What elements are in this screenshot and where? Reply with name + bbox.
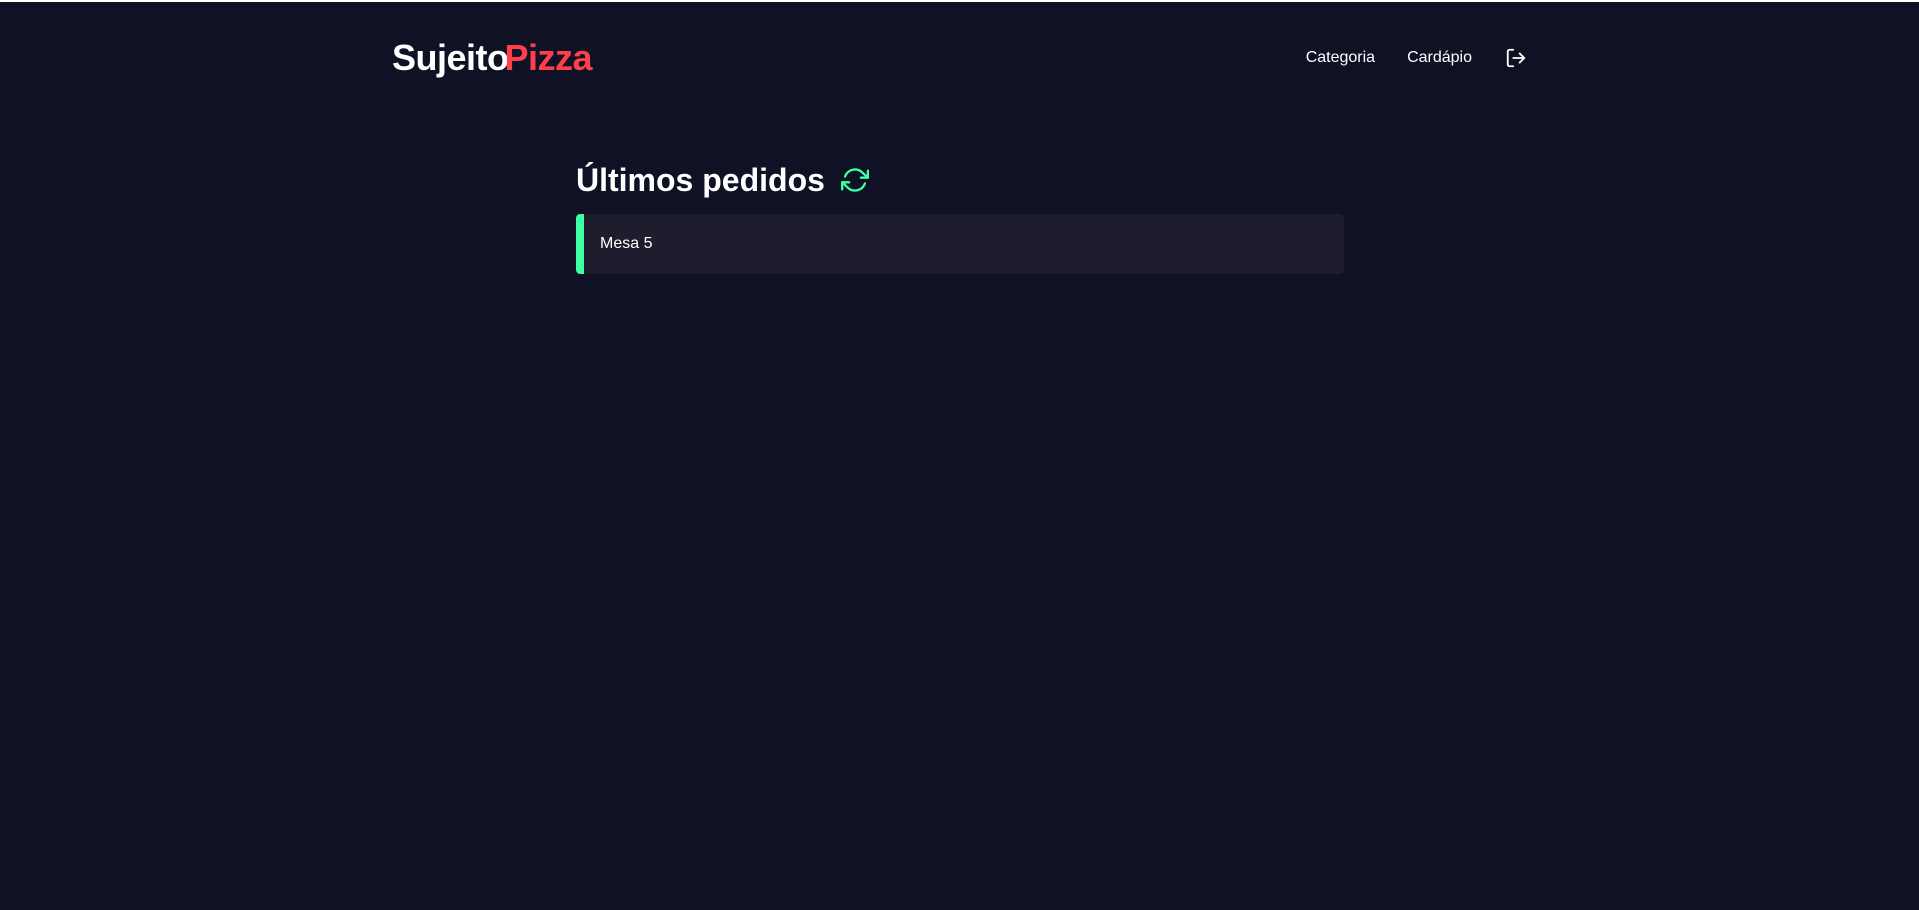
logo-text-pizza: Pizza: [504, 37, 593, 78]
refresh-button[interactable]: [840, 166, 869, 194]
order-status-tag: [576, 214, 584, 274]
orders-list: Mesa 5: [576, 214, 1344, 274]
window-top-border: [0, 0, 1919, 2]
page-title: Últimos pedidos: [576, 161, 825, 198]
logout-icon: [1506, 48, 1526, 68]
title-row: Últimos pedidos: [576, 152, 1344, 208]
order-item[interactable]: Mesa 5: [576, 214, 1344, 274]
logo[interactable]: Sujeito Pizza: [392, 37, 593, 79]
nav-link-cardapio[interactable]: Cardápio: [1407, 49, 1472, 67]
main-content: Últimos pedidos Mesa 5: [576, 152, 1344, 274]
nav-link-categoria[interactable]: Categoria: [1306, 49, 1375, 67]
logout-button[interactable]: [1504, 46, 1528, 70]
refresh-icon: [840, 168, 869, 192]
logo-text-sujeito: Sujeito: [392, 37, 509, 78]
order-label: Mesa 5: [600, 235, 653, 252]
header: Sujeito Pizza Categoria Cardápio: [392, 34, 1528, 82]
main-nav: Categoria Cardápio: [1274, 46, 1528, 70]
